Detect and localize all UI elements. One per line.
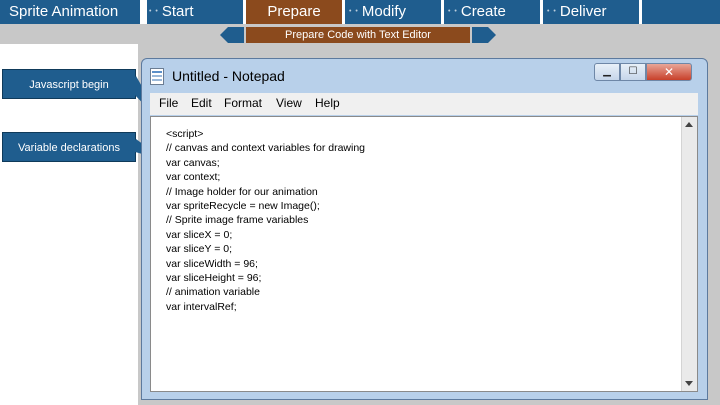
callout-variable-declarations: Variable declarations [2,132,136,162]
notepad-icon [150,68,164,85]
text-editor-area[interactable]: <script> // canvas and context variables … [150,116,698,392]
notepad-window: Untitled - Notepad ▁ ☐ ✕ File Edit Forma… [141,58,708,400]
tab-dots-icon: • • [547,8,557,16]
code-line: var canvas; [166,156,220,169]
menu-file[interactable]: File [159,96,178,110]
tab-start[interactable]: • • Start [147,0,243,24]
previous-arrow-icon[interactable] [220,27,244,43]
code-line: var sliceX = 0; [166,228,233,241]
scroll-up-icon[interactable] [685,122,693,127]
tab-prepare-label: Prepare [267,3,321,20]
code-line: // Sprite image frame variables [166,214,309,227]
menu-help[interactable]: Help [315,96,340,110]
subsection-label: Prepare Code with Text Editor [246,27,470,43]
code-line: var sliceWidth = 96; [166,257,258,270]
code-text: <script> // canvas and context variables … [166,127,365,314]
menu-view[interactable]: View [276,96,302,110]
menu-format[interactable]: Format [224,96,262,110]
minimize-button[interactable]: ▁ [594,63,620,81]
tab-deliver[interactable]: • • Deliver [543,0,639,24]
code-line: // Image holder for our animation [166,185,318,198]
menu-edit[interactable]: Edit [191,96,212,110]
close-button[interactable]: ✕ [646,63,692,81]
code-line: var spriteRecycle = new Image(); [166,200,320,213]
next-arrow-icon[interactable] [472,27,496,43]
code-line: <script> [166,128,204,140]
callout-javascript-begin: Javascript begin [2,69,136,99]
tab-start-label: Start [161,3,194,20]
vertical-scrollbar[interactable] [681,117,697,391]
menu-bar: File Edit Format View Help [150,93,698,115]
window-title: Untitled - Notepad [172,68,285,84]
top-navigation-bar: Sprite Animation • • Start Prepare • • Mod… [0,0,720,24]
tab-dots-icon: • • [448,8,458,16]
tab-dots-icon: • • [149,8,159,16]
close-icon: ✕ [663,65,675,79]
course-title: Sprite Animation [0,0,140,24]
scroll-down-icon[interactable] [685,381,693,386]
code-line: var context; [166,171,221,184]
nav-spacer [642,0,720,24]
code-line: var intervalRef; [166,300,237,313]
code-line: // canvas and context variables for draw… [166,142,366,155]
tab-create[interactable]: • • Create [444,0,540,24]
tab-modify[interactable]: • • Modify [345,0,441,24]
tab-modify-label: Modify [361,3,407,20]
window-titlebar[interactable]: Untitled - Notepad ▁ ☐ ✕ [142,59,707,93]
code-line: var sliceY = 0; [166,243,233,256]
tab-dots-icon: • • [349,8,359,16]
code-line: // animation variable [166,286,260,299]
tab-prepare[interactable]: Prepare [246,0,342,24]
code-line: var sliceHeight = 96; [166,272,262,285]
tab-create-label: Create [460,3,506,20]
tab-deliver-label: Deliver [559,3,607,20]
maximize-button[interactable]: ☐ [620,63,646,81]
